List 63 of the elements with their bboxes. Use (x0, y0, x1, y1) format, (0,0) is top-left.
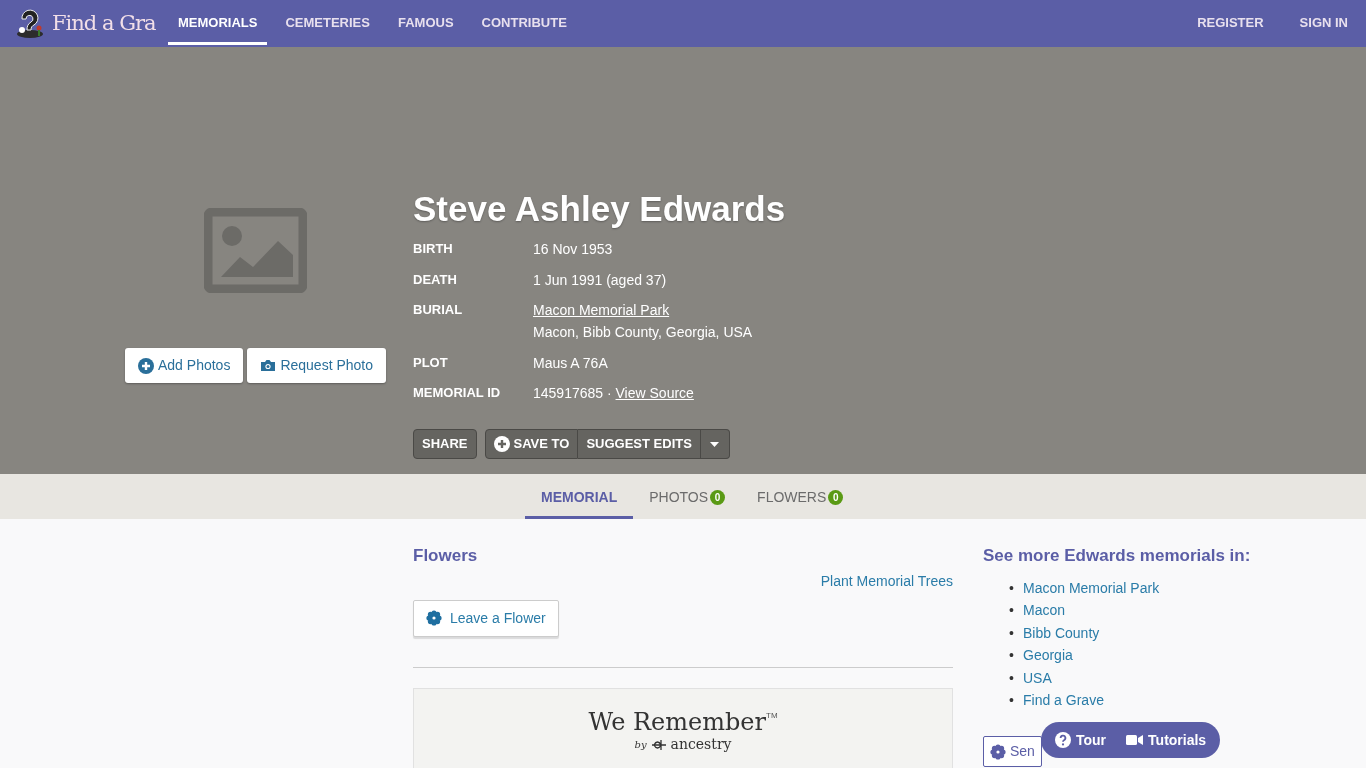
location-link[interactable]: Macon (1023, 602, 1066, 619)
count-badge: 0 (710, 489, 726, 505)
flower-icon (426, 610, 442, 626)
nav-link[interactable]: CEMETERIES (275, 0, 380, 45)
fact-label: BIRTH (413, 240, 454, 258)
banner-title: We Remember (588, 710, 766, 734)
section-heading: Flowers (413, 545, 479, 567)
fact-link[interactable]: Macon Memorial Park (533, 302, 670, 319)
add-photos-button[interactable]: Add Photos (125, 348, 244, 383)
nav-link[interactable]: CONTRIBUTE (471, 0, 577, 45)
location-link[interactable]: Bibb County (1023, 624, 1100, 641)
logo-text: Find a Gra (52, 9, 156, 37)
page-tab[interactable]: MEMORIAL (525, 474, 634, 519)
memorial-name: Steve Ashley Edwards (413, 188, 786, 230)
bullet: • (1009, 668, 1015, 688)
dropdown-button[interactable] (700, 429, 730, 460)
fact-value: 1 Jun 1991 (aged 37) (533, 271, 667, 288)
by-text: by (634, 738, 647, 752)
location-link[interactable]: Georgia (1023, 647, 1073, 664)
leave-flower-button[interactable]: Leave a Flower (413, 599, 559, 637)
bullet: • (1009, 646, 1015, 666)
tutorials-button[interactable]: Tutorials (1126, 729, 1207, 751)
brand-text: ancestry (670, 735, 732, 754)
send-flowers-button[interactable]: Sen (983, 736, 1042, 768)
save-to-button[interactable]: SAVE TO (484, 429, 579, 460)
plus-icon (138, 357, 154, 374)
bullet: • (1009, 578, 1015, 598)
page-tab[interactable]: PHOTOS 0 (633, 474, 742, 519)
flower-icon (990, 743, 1006, 760)
fact-value: Macon, Bibb County, Georgia, USA (533, 324, 753, 341)
bullet: • (1009, 601, 1015, 621)
share-button[interactable]: SHARE (413, 429, 477, 460)
page-tab[interactable]: FLOWERS 0 (741, 474, 860, 519)
plant-trees-link[interactable]: Plant Memorial Trees (820, 570, 953, 592)
fact-label: PLOT (413, 353, 449, 372)
nav-link[interactable]: REGISTER (1187, 0, 1274, 45)
plus-icon (493, 436, 510, 453)
question-icon (1055, 732, 1071, 748)
location-link[interactable]: Macon Memorial Park (1023, 579, 1160, 596)
caret-icon (710, 441, 720, 447)
image-placeholder-icon (204, 208, 307, 293)
bullet: • (1009, 623, 1015, 643)
fact-link[interactable]: View Source (615, 385, 694, 402)
fact-value: Maus A 76A (533, 354, 608, 371)
nav-link[interactable]: SIGN IN (1289, 0, 1358, 45)
location-link[interactable]: Find a Grave (1023, 692, 1104, 709)
fact-label: DEATH (413, 270, 458, 289)
fact-value: 145917685 · (533, 385, 613, 402)
location-link[interactable]: USA (1023, 669, 1052, 686)
request-photo-button[interactable]: Request Photo (247, 348, 386, 383)
fact-label: BURIAL (413, 301, 464, 320)
trademark-text: TM (766, 710, 778, 720)
suggest-edits-button[interactable]: SUGGEST EDITS (578, 429, 701, 460)
count-badge: 0 (828, 489, 844, 505)
fact-value: 16 Nov 1953 (533, 241, 613, 257)
nav-link[interactable]: FAMOUS (387, 0, 464, 45)
tour-button[interactable]: Tour (1055, 729, 1107, 751)
logo-icon (16, 8, 44, 39)
video-camera-icon (1126, 734, 1144, 746)
fact-label: MEMORIAL ID (413, 384, 502, 403)
camera-icon (260, 357, 277, 374)
bullet: • (1009, 691, 1015, 711)
see-more-heading: See more Edwards memorials in: (983, 545, 1251, 567)
